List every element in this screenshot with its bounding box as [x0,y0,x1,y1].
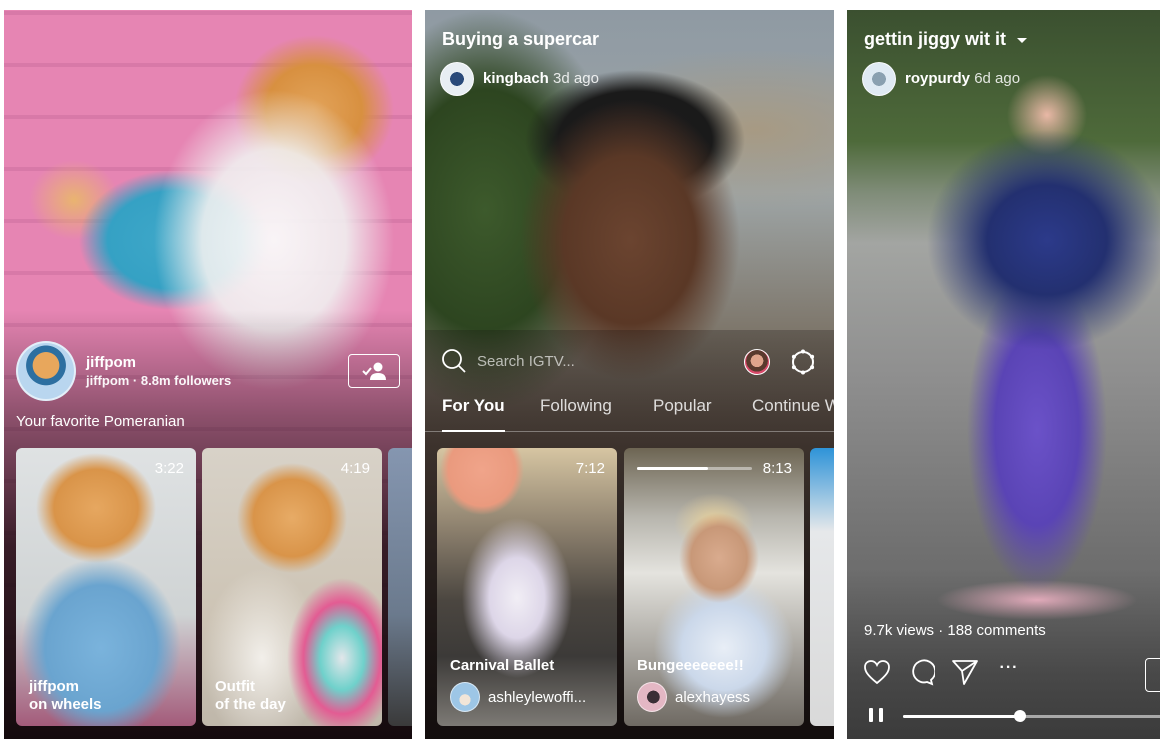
user-check-icon [362,362,386,380]
video-thumbnail[interactable]: 8:13 Bungeeeeeee!! alexhayess [624,448,804,726]
author-name[interactable]: roypurdy [905,70,970,87]
author-avatar[interactable] [440,62,474,96]
heart-icon [864,660,890,685]
share-button[interactable] [951,658,979,686]
video-duration: 8:13 [762,460,792,477]
tab-following[interactable]: Following [540,396,612,416]
video-thumbnail-partial[interactable] [388,448,412,726]
video-author[interactable]: ashleylewoffi... [450,682,586,712]
author-name[interactable]: kingbach [483,70,549,87]
gear-icon [791,349,815,375]
caret-down-icon [1017,37,1027,43]
video-duration: 4:19 [340,460,370,477]
playback-progress [903,710,1026,722]
following-button[interactable] [348,354,400,388]
author-line: kingbach 3d ago [483,70,599,87]
video-thumbnail[interactable]: 7:12 Carnival Ballet ashleylewoffi... [437,448,617,726]
tab-for-you[interactable]: For You [442,396,505,416]
video-title: Bungeeeeeee!! [637,657,744,674]
search-bar[interactable] [441,348,721,374]
playback-scrubber[interactable] [903,710,1160,722]
video-thumbnail-partial[interactable] [810,448,834,726]
video-thumbnail[interactable]: 3:22 jiffpom on wheels [16,448,196,726]
tab-popular[interactable]: Popular [653,396,712,416]
channel-followers: jiffpom · 8.8m followers [86,373,232,388]
search-input[interactable] [477,352,717,370]
author-name: alexhayess [675,688,751,706]
channel-description: Your favorite Pomeranian [16,413,185,430]
channel-screen: jiffpom jiffpom · 8.8m followers Your fa… [4,10,412,739]
author-name: ashleylewoffi... [488,688,587,706]
video-author[interactable]: alexhayess [637,682,750,712]
watch-progress-fill [637,467,709,470]
send-icon [952,660,978,685]
watch-progress-bar [637,467,752,470]
video-title: Carnival Ballet [450,657,555,674]
author-line: roypurdy 6d ago [905,70,1020,87]
channel-avatar[interactable] [16,341,76,401]
pause-icon-bar [879,708,883,722]
more-options-button[interactable]: ··· [995,654,1023,682]
video-title: gettin jiggy wit it [864,29,1006,49]
channel-name[interactable]: jiffpom [86,354,136,371]
pause-icon-bar [869,708,873,722]
video-stats: 9.7k views · 188 comments [864,622,1046,639]
search-icon [442,349,466,373]
action-bar: ··· [863,658,1039,686]
like-button[interactable] [863,658,891,686]
tab-bar: For You Following Popular Continue Watch… [425,390,834,432]
comment-button[interactable] [907,658,935,686]
video-title-dropdown[interactable]: gettin jiggy wit it [864,29,1032,50]
video-title: Buying a supercar [442,29,600,49]
profile-avatar-button[interactable] [744,349,770,375]
author-avatar [450,682,480,712]
igtv-browse-screen: Buying a supercar kingbach 3d ago For Yo… [425,10,834,739]
post-time: 3d ago [553,70,599,87]
author-avatar [637,682,667,712]
active-tab-indicator [442,430,505,432]
video-duration: 7:12 [575,460,605,477]
video-thumbnail[interactable]: 4:19 Outfit of the day [202,448,382,726]
comment-icon [912,659,935,686]
post-time: 6d ago [974,70,1021,87]
video-caption: jiffpom on wheels [29,678,102,713]
scrubber-handle[interactable] [1014,710,1026,722]
video-caption: Outfit of the day [215,678,286,713]
pause-button[interactable] [869,708,883,724]
settings-button[interactable] [790,349,816,375]
video-duration: 3:22 [154,460,184,477]
video-player-screen: gettin jiggy wit it roypurdy 6d ago 9.7k… [847,10,1160,739]
tab-continue-watching[interactable]: Continue Watching [752,396,834,416]
expand-button[interactable] [1145,658,1160,692]
author-avatar[interactable] [862,62,896,96]
